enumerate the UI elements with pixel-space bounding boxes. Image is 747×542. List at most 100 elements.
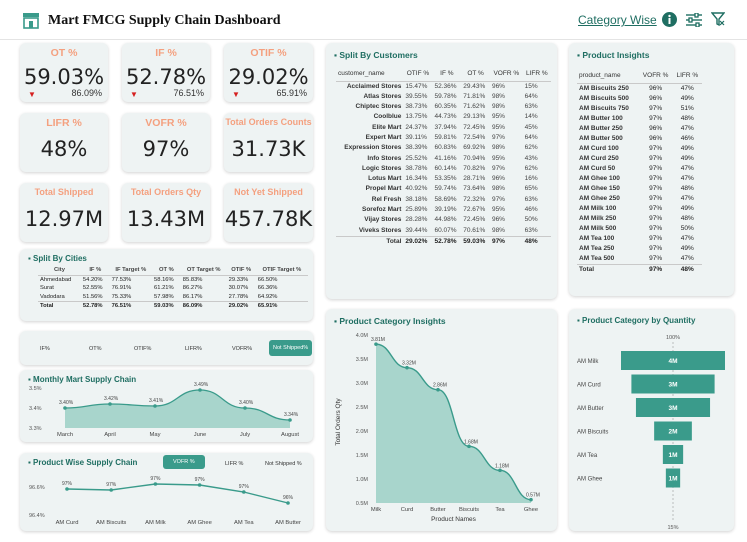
data-label: 3.40% [59, 400, 74, 406]
total-row: Total 29.02% 52.78% 59.03% 97% 48% [336, 235, 551, 248]
table-cell: 86.09% [180, 301, 227, 311]
table-cell: Viveks Stores [358, 226, 402, 234]
toggle-otif[interactable]: OTIF% [134, 346, 151, 352]
table-cell: 95% [491, 113, 505, 121]
column-header: City [38, 266, 81, 276]
table-cell: 64% [524, 92, 538, 100]
kpi-label: OTIF % [250, 47, 287, 59]
series-line [66, 483, 289, 504]
table-cell: Vijay Stores [364, 216, 402, 224]
data-label: 3M [668, 382, 677, 389]
table-cell: Atlas Stores [363, 92, 402, 100]
column-header: OTIF % [403, 67, 433, 82]
table-cell: 28.71% [463, 175, 486, 183]
table-cell: 97% [649, 174, 663, 182]
table-cell: Total [336, 235, 404, 248]
table-cell: 48% [680, 214, 694, 222]
toggle-not-shipped[interactable]: Not Shipped% [269, 340, 313, 356]
product-insights-table: product_name VOFR % LIFR % AM Biscuits 2… [577, 70, 702, 275]
table-cell: 38.78% [405, 164, 428, 172]
table-cell: Sorefoz Mart [362, 206, 402, 214]
table-cell: 43% [524, 154, 538, 162]
table-row: AM Milk 500 97% 50% [577, 224, 702, 234]
category-wise-link[interactable]: Category Wise [578, 13, 657, 27]
column-header: OT % [152, 266, 181, 276]
table-cell: 38.73% [405, 103, 428, 111]
table-cell: AM Tea 250 [579, 244, 615, 252]
data-label: 1M [668, 452, 677, 459]
x-tick-label: Butter [430, 507, 446, 513]
data-label: 1.68M [464, 439, 478, 445]
column-header: OTIF Target % [255, 266, 308, 276]
table-cell: 97% [649, 234, 663, 242]
column-header: LIFR % [672, 70, 702, 84]
customers-table-card: ▪ Split By Customers customer_name OTIF … [326, 43, 557, 299]
toggle-if[interactable]: IF% [40, 346, 50, 352]
table-cell: 59.03% [152, 301, 181, 311]
sliders-icon[interactable] [686, 13, 702, 27]
category-label: AM Milk [577, 359, 599, 365]
table-cell: 60.14% [434, 164, 457, 172]
toggle-not-shipped-pct[interactable]: Not Shipped % [265, 461, 302, 467]
table-cell: 97% [649, 254, 663, 262]
table-cell: 77.53% [111, 276, 132, 283]
table-row: AM Curd 50 97% 47% [577, 164, 702, 174]
monthly-chart: 3.5% 3.4% 3.3% 3.40% March 3.42% April 3.41% May… [29, 382, 299, 438]
table-cell: 95% [491, 206, 505, 214]
x-tick-label: Tea [495, 507, 505, 513]
table-cell: 50% [680, 224, 694, 232]
toggle-ot[interactable]: OT% [89, 346, 102, 352]
table-cell: Lotus Mart [368, 175, 402, 183]
down-arrow-icon: ▼ [28, 90, 36, 99]
table-cell: 46% [524, 206, 538, 214]
table-cell: 39.11% [405, 133, 427, 141]
table-cell: 49% [680, 244, 694, 252]
table-cell: Acclaimed Stores [346, 82, 402, 90]
table-row: AM Ghee 250 97% 47% [577, 194, 702, 204]
x-tick-label: Curd [401, 507, 414, 513]
category-label: AM Biscuits [577, 430, 608, 436]
toggle-lifr[interactable]: LIFR% [185, 346, 202, 352]
store-icon [23, 13, 39, 29]
table-cell: 71.62% [463, 103, 486, 111]
table-cell: Ahmedabad [40, 276, 72, 283]
x-tick-label: Biscuits [459, 507, 479, 513]
table-cell: 63% [524, 103, 538, 111]
product-wise-chart: 96.6% 96.4% 97% AM Curd 97% AM Biscuits 97% AM … [29, 476, 301, 526]
table-cell: 52.78% [80, 301, 110, 311]
table-cell: 75.33% [111, 293, 132, 300]
table-cell: AM Tea 500 [579, 254, 615, 262]
toggle-vofr[interactable]: VOFR% [232, 346, 252, 352]
table-cell: 52.78% [432, 235, 462, 248]
table-cell: 47% [680, 254, 694, 262]
table-cell: 39.44% [405, 226, 428, 234]
toggle-lifr-pct[interactable]: LIFR % [225, 461, 243, 467]
section-title: ▪ Product Insights [577, 50, 650, 60]
kpi-label: VOFR % [145, 117, 187, 129]
table-cell: 44.73% [434, 113, 457, 121]
table-cell: 15.47% [405, 82, 428, 90]
category-label: AM Curd [577, 383, 601, 389]
table-row: AM Biscuits 500 96% 49% [577, 94, 702, 104]
table-row: Vijay Stores 28.28% 44.98% 72.45% 96% 50% [336, 215, 551, 225]
table-cell: 95% [491, 123, 505, 131]
filter-clear-icon[interactable] [711, 12, 725, 27]
table-cell: 49% [680, 94, 694, 102]
kpi-value: 48% [40, 137, 88, 161]
data-label: 97% [239, 484, 250, 490]
table-cell: 48% [680, 184, 694, 192]
table-cell: AM Curd 50 [579, 164, 616, 172]
table-cell: City IF % IF Target % OT % OT Target % O… [38, 266, 308, 276]
info-icon[interactable] [662, 12, 677, 27]
toggle-vofr-pct[interactable]: VOFR % [163, 455, 205, 469]
qty-kpi-card: Total Orders Qty 13.43M [122, 183, 210, 242]
table-cell: 58.69% [434, 195, 457, 203]
x-tick-label: June [194, 432, 207, 438]
table-row: Coolblue 13.75% 44.73% 29.13% 95% 14% [336, 112, 551, 122]
table-cell: 62% [524, 164, 538, 172]
table-cell: Chiptec Stores [355, 103, 402, 111]
table-cell: 48% [522, 235, 551, 248]
table-cell: 39.19% [434, 206, 457, 214]
table-cell: 97% [649, 154, 663, 162]
table-cell: 29.02% [403, 235, 433, 248]
